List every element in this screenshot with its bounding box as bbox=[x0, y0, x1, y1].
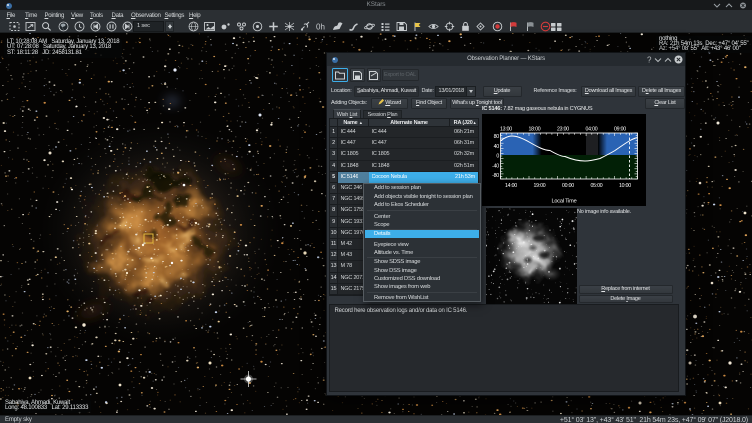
svg-text:18:00: 18:00 bbox=[529, 126, 541, 132]
svg-text:Local Time: Local Time bbox=[551, 198, 576, 204]
svg-text:19:00: 19:00 bbox=[534, 183, 546, 189]
svg-text:-40: -40 bbox=[492, 163, 499, 169]
svg-text:13:00: 13:00 bbox=[500, 126, 512, 132]
svg-text:00:00: 00:00 bbox=[562, 183, 574, 189]
svg-text:10:00: 10:00 bbox=[619, 183, 631, 189]
svg-text:09:00: 09:00 bbox=[614, 126, 626, 132]
svg-text:80: 80 bbox=[494, 134, 500, 140]
svg-text:23:00: 23:00 bbox=[557, 126, 569, 132]
svg-text:05:00: 05:00 bbox=[591, 183, 603, 189]
svg-text:-80: -80 bbox=[492, 173, 499, 179]
svg-text:0h: 0h bbox=[316, 23, 325, 32]
svg-text:0: 0 bbox=[496, 153, 499, 159]
svg-text:14:00: 14:00 bbox=[505, 183, 517, 189]
svg-text:?: ? bbox=[647, 56, 652, 65]
svg-text:40: 40 bbox=[494, 144, 500, 150]
svg-text:04:00: 04:00 bbox=[586, 126, 598, 132]
